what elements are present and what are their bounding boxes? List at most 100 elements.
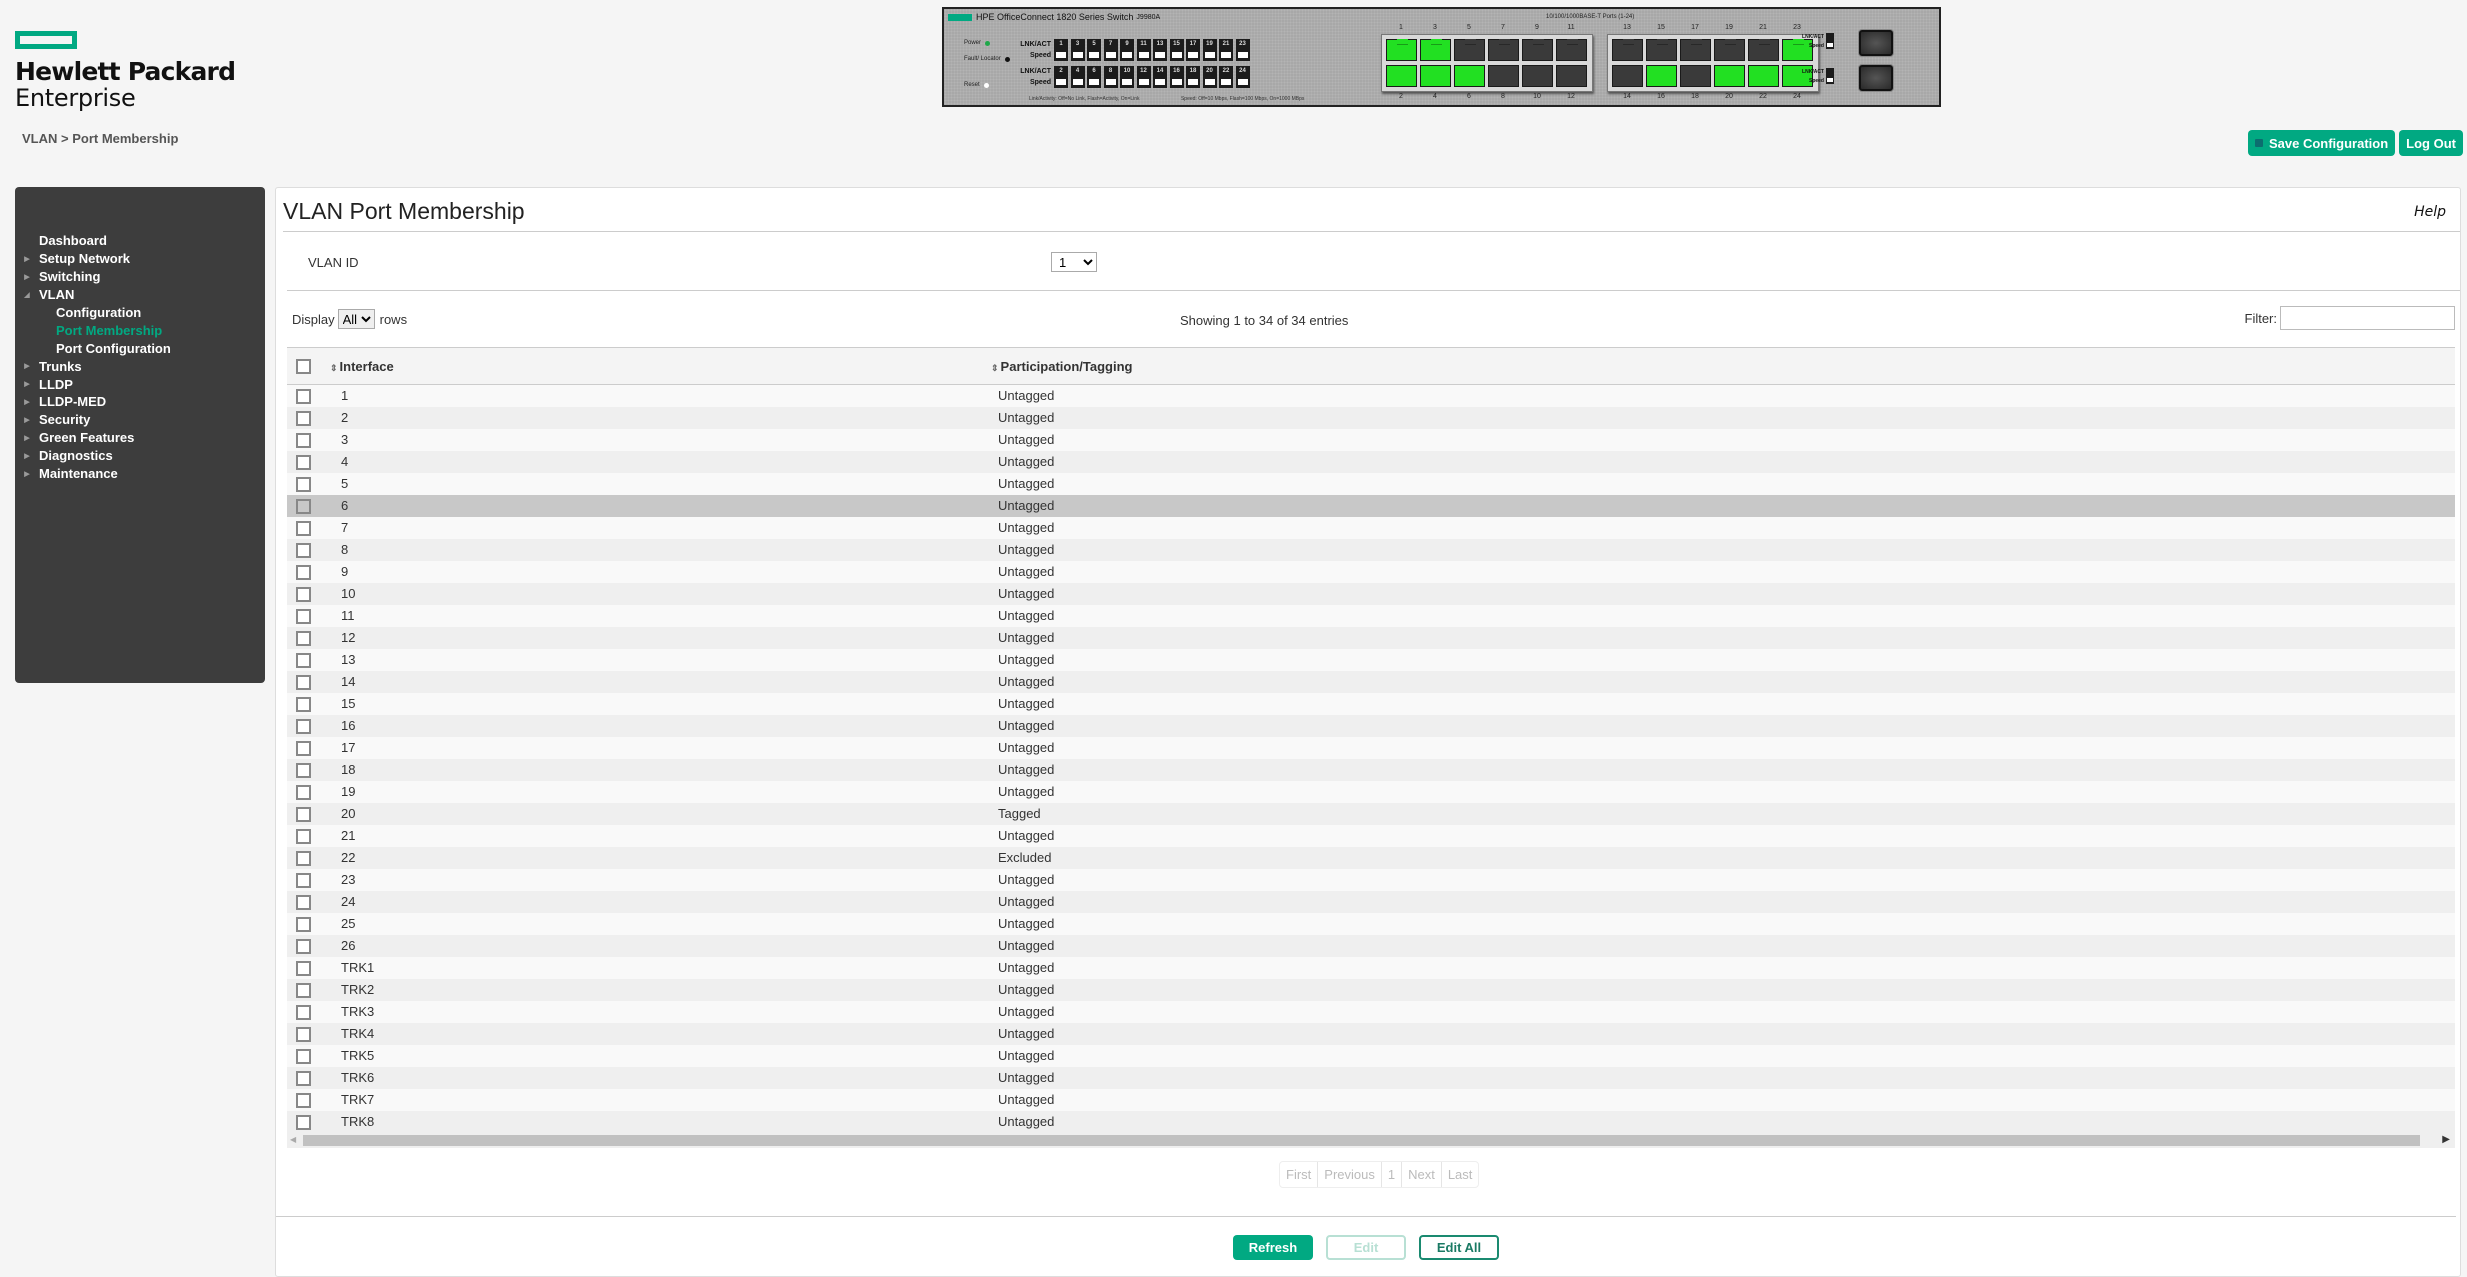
row-checkbox[interactable]: [296, 520, 311, 536]
table-row[interactable]: 21 Untagged: [287, 824, 2455, 847]
ethernet-port-2[interactable]: [1386, 64, 1417, 87]
row-checkbox[interactable]: [296, 564, 311, 580]
row-checkbox[interactable]: [296, 828, 311, 844]
table-row[interactable]: 26 Untagged: [287, 934, 2455, 957]
row-checkbox[interactable]: [296, 740, 311, 756]
ethernet-port-13[interactable]: [1612, 39, 1643, 61]
horizontal-scrollbar[interactable]: ◀ ▶: [287, 1132, 2455, 1148]
row-checkbox[interactable]: [296, 476, 311, 492]
scrollbar-thumb[interactable]: [303, 1134, 2420, 1146]
table-row[interactable]: 20 Tagged: [287, 802, 2455, 825]
ethernet-port-16[interactable]: [1646, 64, 1677, 87]
row-checkbox[interactable]: [296, 938, 311, 954]
ethernet-port-1[interactable]: [1386, 39, 1417, 61]
sidebar-item-lldp-med[interactable]: ▶ LLDP-MED: [15, 393, 265, 411]
row-checkbox[interactable]: [296, 762, 311, 778]
sfp-port-26[interactable]: [1859, 65, 1893, 91]
row-checkbox[interactable]: [296, 1092, 311, 1108]
row-checkbox[interactable]: [296, 542, 311, 558]
column-header-interface[interactable]: ⇕ Interface: [329, 348, 990, 385]
select-all-checkbox[interactable]: [296, 359, 311, 375]
table-row[interactable]: TRK3 Untagged: [287, 1000, 2455, 1023]
row-checkbox[interactable]: [296, 388, 311, 404]
table-row[interactable]: 13 Untagged: [287, 648, 2455, 671]
table-row[interactable]: TRK1 Untagged: [287, 956, 2455, 979]
ethernet-port-7[interactable]: [1488, 39, 1519, 61]
table-row[interactable]: 17 Untagged: [287, 736, 2455, 759]
sidebar-item-port-membership[interactable]: Port Membership: [15, 321, 265, 339]
ethernet-port-18[interactable]: [1680, 64, 1711, 87]
table-row[interactable]: 12 Untagged: [287, 626, 2455, 649]
table-row[interactable]: 25 Untagged: [287, 912, 2455, 935]
edit-all-button[interactable]: Edit All: [1419, 1235, 1499, 1260]
ethernet-port-5[interactable]: [1454, 39, 1485, 61]
table-row[interactable]: 18 Untagged: [287, 758, 2455, 781]
log-out-button[interactable]: Log Out: [2399, 130, 2463, 156]
ethernet-port-10[interactable]: [1522, 64, 1553, 87]
row-checkbox[interactable]: [296, 982, 311, 998]
row-checkbox[interactable]: [296, 784, 311, 800]
save-configuration-button[interactable]: Save Configuration: [2247, 130, 2396, 156]
table-row[interactable]: 10 Untagged: [287, 582, 2455, 605]
row-checkbox[interactable]: [296, 718, 311, 734]
ethernet-port-6[interactable]: [1454, 64, 1485, 87]
ethernet-port-21[interactable]: [1748, 39, 1779, 61]
pagination-previous[interactable]: Previous: [1318, 1162, 1382, 1187]
pagination-first[interactable]: First: [1280, 1162, 1319, 1187]
row-checkbox[interactable]: [296, 498, 311, 514]
row-checkbox[interactable]: [296, 1048, 311, 1064]
row-checkbox[interactable]: [296, 630, 311, 646]
row-checkbox[interactable]: [296, 652, 311, 668]
table-row[interactable]: 19 Untagged: [287, 780, 2455, 803]
row-checkbox[interactable]: [296, 872, 311, 888]
ethernet-port-15[interactable]: [1646, 39, 1677, 61]
ethernet-port-14[interactable]: [1612, 64, 1643, 87]
edit-button[interactable]: Edit: [1326, 1235, 1406, 1260]
sidebar-item-green-features[interactable]: ▶ Green Features: [15, 429, 265, 447]
table-row[interactable]: TRK2 Untagged: [287, 978, 2455, 1001]
sidebar-item-setup-network[interactable]: ▶ Setup Network: [15, 250, 265, 268]
scroll-left-icon[interactable]: ◀: [290, 1135, 296, 1144]
ethernet-port-20[interactable]: [1714, 64, 1745, 87]
sidebar-item-lldp[interactable]: ▶ LLDP: [15, 375, 265, 393]
row-checkbox[interactable]: [296, 1114, 311, 1130]
table-row[interactable]: 14 Untagged: [287, 670, 2455, 693]
scroll-right-icon[interactable]: ▶: [2442, 1134, 2450, 1145]
refresh-button[interactable]: Refresh: [1233, 1235, 1313, 1260]
table-row[interactable]: TRK7 Untagged: [287, 1088, 2455, 1111]
table-row[interactable]: 9 Untagged: [287, 560, 2455, 583]
row-checkbox[interactable]: [296, 696, 311, 712]
column-header-tagging[interactable]: ⇕ Participation/Tagging: [990, 348, 2455, 385]
table-row[interactable]: TRK4 Untagged: [287, 1022, 2455, 1045]
ethernet-port-8[interactable]: [1488, 64, 1519, 87]
table-row[interactable]: TRK8 Untagged: [287, 1110, 2455, 1133]
table-row[interactable]: 11 Untagged: [287, 604, 2455, 627]
table-row[interactable]: TRK6 Untagged: [287, 1066, 2455, 1089]
sidebar-item-maintenance[interactable]: ▶ Maintenance: [15, 465, 265, 483]
row-checkbox[interactable]: [296, 586, 311, 602]
row-checkbox[interactable]: [296, 850, 311, 866]
row-checkbox[interactable]: [296, 960, 311, 976]
sidebar-item-vlan[interactable]: ◢ VLAN: [15, 286, 265, 304]
table-row[interactable]: 22 Excluded: [287, 846, 2455, 869]
help-link[interactable]: Help: [2414, 204, 2446, 220]
table-row[interactable]: 2 Untagged: [287, 406, 2455, 429]
table-row[interactable]: 24 Untagged: [287, 890, 2455, 913]
table-row[interactable]: 16 Untagged: [287, 714, 2455, 737]
table-row[interactable]: 6 Untagged: [287, 494, 2455, 517]
ethernet-port-22[interactable]: [1748, 64, 1779, 87]
sidebar-item-configuration[interactable]: Configuration: [15, 304, 265, 322]
sfp-port-25[interactable]: [1859, 30, 1893, 56]
row-checkbox[interactable]: [296, 1004, 311, 1020]
sidebar-item-diagnostics[interactable]: ▶ Diagnostics: [15, 447, 265, 465]
table-row[interactable]: 23 Untagged: [287, 868, 2455, 891]
vlan-id-select[interactable]: 1: [1051, 252, 1097, 272]
table-row[interactable]: 7 Untagged: [287, 516, 2455, 539]
row-checkbox[interactable]: [296, 674, 311, 690]
row-checkbox[interactable]: [296, 608, 311, 624]
sidebar-item-security[interactable]: ▶ Security: [15, 411, 265, 429]
pagination-next[interactable]: Next: [1402, 1162, 1442, 1187]
table-row[interactable]: 15 Untagged: [287, 692, 2455, 715]
sidebar-item-port-configuration[interactable]: Port Configuration: [15, 339, 265, 357]
display-rows-select[interactable]: All: [337, 309, 375, 329]
